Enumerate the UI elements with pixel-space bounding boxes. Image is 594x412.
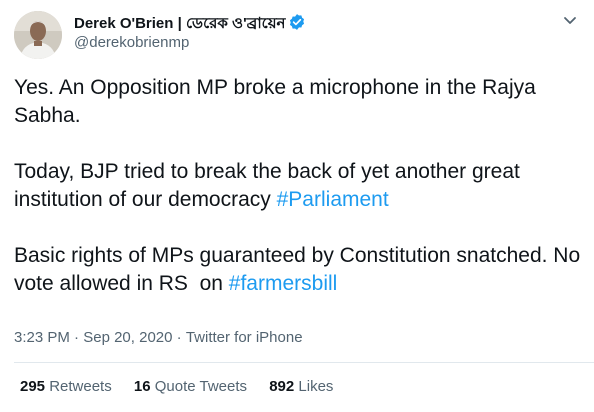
tweet-source[interactable]: Twitter for iPhone <box>186 329 303 346</box>
verified-badge-icon <box>288 13 306 35</box>
hashtag-parliament[interactable]: #Parliament <box>277 188 389 211</box>
author-handle[interactable]: @derekobrienmp <box>74 34 189 51</box>
tweet-paragraph-3: Basic rights of MPs guaranteed by Consti… <box>14 242 584 298</box>
meta-separator: · <box>69 329 84 346</box>
tweet-metadata: 3:23 PM · Sep 20, 2020 · Twitter for iPh… <box>14 329 303 346</box>
likes-stat[interactable]: 892 Likes <box>269 378 333 395</box>
avatar-photo <box>14 11 62 59</box>
retweets-label: Retweets <box>45 378 112 395</box>
meta-separator-2: · <box>172 329 186 346</box>
tweet-stats: 295 Retweets 16 Quote Tweets 892 Likes <box>20 378 351 395</box>
retweets-count: 295 <box>20 378 46 395</box>
quote-tweets-label: Quote Tweets <box>150 378 248 395</box>
tweet-text: Yes. An Opposition MP broke a microphone… <box>14 74 584 326</box>
retweets-stat[interactable]: 295 Retweets <box>20 378 112 395</box>
likes-label: Likes <box>294 378 334 395</box>
tweet-time[interactable]: 3:23 PM <box>14 329 70 346</box>
quote-tweets-count: 16 <box>133 378 151 395</box>
quote-tweets-stat[interactable]: 16 Quote Tweets <box>134 378 247 395</box>
tweet-card: Derek O'Brien | ডেরেক ও'ব্রায়েন @dereko… <box>0 0 594 412</box>
hashtag-farmersbill[interactable]: #farmersbill <box>229 272 338 295</box>
tweet-paragraph-2-text: Today, BJP tried to break the back of ye… <box>14 160 520 211</box>
likes-count: 892 <box>269 378 295 395</box>
tweet-paragraph-2: Today, BJP tried to break the back of ye… <box>14 158 584 214</box>
divider <box>14 362 594 363</box>
author-name-text: Derek O'Brien | ডেরেক ও'ব্রায়েন <box>74 15 286 32</box>
tweet-paragraph-1: Yes. An Opposition MP broke a microphone… <box>14 76 536 127</box>
avatar[interactable] <box>14 11 62 59</box>
tweet-date[interactable]: Sep 20, 2020 <box>83 329 172 346</box>
chevron-down-icon[interactable] <box>560 10 580 30</box>
